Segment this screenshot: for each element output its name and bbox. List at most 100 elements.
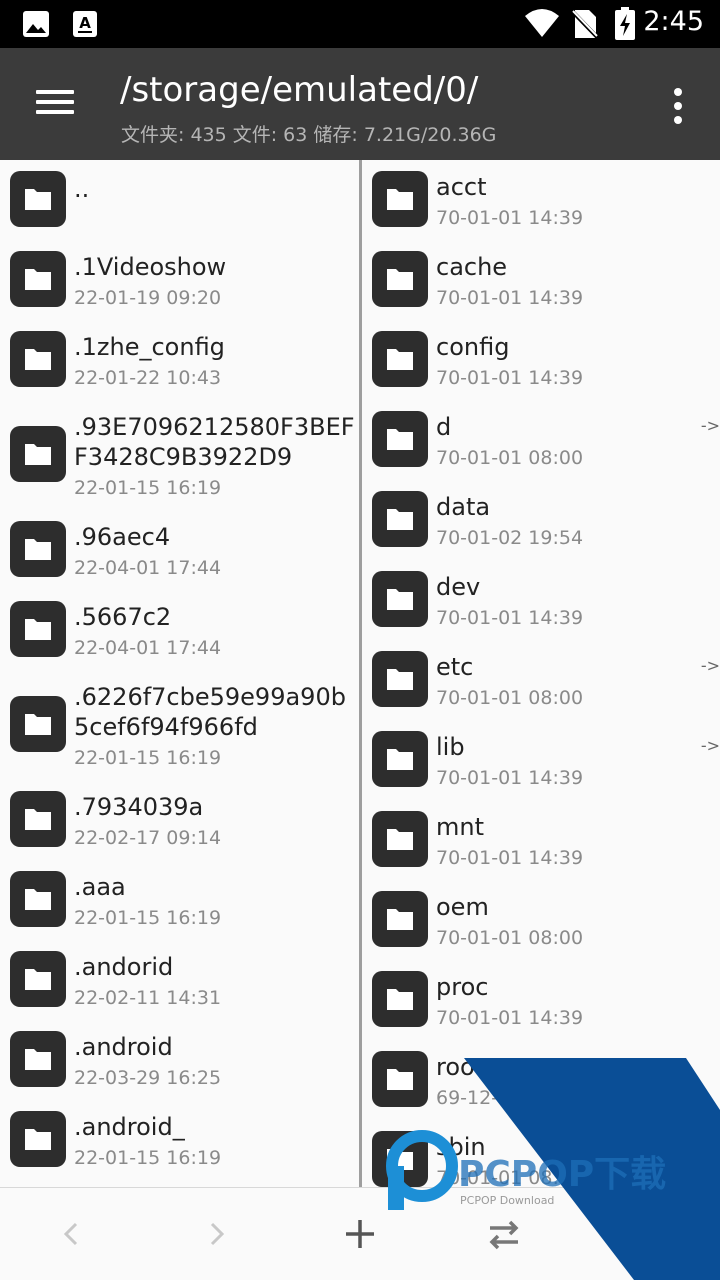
file-date: 22-03-29 16:25: [74, 1067, 222, 1089]
file-date: 70-01-01 14:39: [436, 207, 584, 229]
folder-icon: [372, 891, 428, 947]
file-name: ..: [74, 175, 90, 203]
file-date: 22-01-19 09:20: [74, 287, 222, 309]
left-file-pane[interactable]: .. .1Videoshow 22-01-19 09:20 .1zhe_conf…: [0, 160, 360, 1187]
file-row[interactable]: dev 70-01-01 14:39: [362, 560, 720, 640]
swap-icon[interactable]: [482, 1212, 526, 1256]
file-date: 22-01-15 16:19: [74, 907, 222, 929]
file-row[interactable]: data 70-01-02 19:54: [362, 480, 720, 560]
storage-stats: 文件夹: 435 文件: 63 储存: 7.21G/20.36G: [121, 124, 497, 146]
folder-icon: [372, 651, 428, 707]
hamburger-menu-icon[interactable]: [26, 82, 86, 122]
file-name: etc: [436, 653, 474, 681]
folder-icon: [10, 1111, 66, 1167]
file-date: 70-01-01 14:39: [436, 767, 584, 789]
folder-icon: [10, 791, 66, 847]
file-name: acct: [436, 173, 487, 201]
bottom-toolbar: [0, 1187, 720, 1280]
file-name: sbin: [436, 1133, 486, 1161]
file-row[interactable]: .1Videoshow 22-01-19 09:20: [0, 240, 360, 320]
file-name: .93E7096212580F3BEFF3428C9B3922D9: [74, 413, 355, 471]
folder-icon: [372, 251, 428, 307]
file-row[interactable]: lib 70-01-01 14:39 ->: [362, 720, 720, 800]
file-row[interactable]: .aaa 22-01-15 16:19: [0, 860, 360, 940]
more-vert-icon[interactable]: [666, 86, 690, 126]
file-row[interactable]: proc 70-01-01 14:39: [362, 960, 720, 1040]
file-row[interactable]: sbin 70-01-01 08:00: [362, 1120, 720, 1187]
file-row[interactable]: .1zhe_config 22-01-22 10:43: [0, 320, 360, 400]
folder-icon: [10, 1031, 66, 1087]
file-row[interactable]: .android 22-03-29 16:25: [0, 1020, 360, 1100]
file-date: 70-01-01 14:39: [436, 607, 584, 629]
symlink-indicator: ->: [700, 656, 720, 675]
folder-icon: [10, 426, 66, 482]
file-date: 22-02-17 09:14: [74, 827, 222, 849]
file-row[interactable]: .5667c2 22-04-01 17:44: [0, 590, 360, 670]
file-row[interactable]: config 70-01-01 14:39: [362, 320, 720, 400]
file-name: .7934039a: [74, 793, 204, 821]
file-row[interactable]: cache 70-01-01 14:39: [362, 240, 720, 320]
wifi-icon: [525, 9, 559, 37]
a-notification-icon: A: [73, 11, 97, 37]
file-date: 70-01-01 14:39: [436, 287, 584, 309]
file-row[interactable]: oem 70-01-01 08:00: [362, 880, 720, 960]
file-name: .96aec4: [74, 523, 171, 551]
file-date: 70-01-02 19:54: [436, 527, 584, 549]
file-date: 70-01-01 14:39: [436, 367, 584, 389]
current-path: /storage/emulated/0/: [120, 70, 479, 110]
file-name: .1Videoshow: [74, 253, 227, 281]
file-name: .5667c2: [74, 603, 172, 631]
file-name: .andorid: [74, 953, 174, 981]
file-date: 70-01-01 08:00: [436, 1167, 584, 1187]
parent-directory-row[interactable]: ..: [0, 160, 360, 240]
add-icon[interactable]: [338, 1212, 382, 1256]
file-row[interactable]: .android_ 22-01-15 16:19: [0, 1100, 360, 1180]
file-date: 70-01-01 08:00: [436, 447, 584, 469]
folder-icon: [372, 1131, 428, 1187]
symlink-indicator: ->: [700, 416, 720, 435]
folder-icon: [372, 811, 428, 867]
folder-icon: [10, 951, 66, 1007]
folder-icon: [10, 871, 66, 927]
file-name: .6226f7cbe59e99a90b5cef6f94f966fd: [74, 683, 346, 741]
no-sim-icon: [572, 9, 598, 39]
file-row[interactable]: .96aec4 22-04-01 17:44: [0, 510, 360, 590]
folder-icon: [372, 171, 428, 227]
file-name: lib: [436, 733, 465, 761]
file-date: 70-01-01 08:00: [436, 687, 584, 709]
file-row[interactable]: .7934039a 22-02-17 09:14: [0, 780, 360, 860]
file-row[interactable]: .93E7096212580F3BEFF3428C9B3922D9 22-01-…: [0, 400, 360, 510]
file-row[interactable]: root 69-12-31 19:00: [362, 1040, 720, 1120]
file-date: 70-01-01 14:39: [436, 1007, 584, 1029]
file-date: 22-01-15 16:19: [74, 747, 222, 769]
battery-charging-icon: [615, 7, 635, 40]
file-name: dev: [436, 573, 481, 601]
clock: 2:45: [643, 6, 704, 37]
file-row[interactable]: acct 70-01-01 14:39: [362, 160, 720, 240]
folder-icon: [10, 521, 66, 577]
image-icon: [23, 11, 49, 37]
forward-chevron-icon[interactable]: [194, 1212, 238, 1256]
file-name: root: [436, 1053, 485, 1081]
file-row[interactable]: .andorid 22-02-11 14:31: [0, 940, 360, 1020]
folder-icon: [10, 331, 66, 387]
file-date: 22-04-01 17:44: [74, 637, 222, 659]
file-name: .android: [74, 1033, 173, 1061]
back-chevron-icon[interactable]: [50, 1212, 94, 1256]
file-date: 69-12-31 19:00: [436, 1087, 584, 1109]
folder-icon: [372, 411, 428, 467]
svg-text:A: A: [79, 14, 91, 32]
file-row[interactable]: etc 70-01-01 08:00 ->: [362, 640, 720, 720]
file-name: .android_: [74, 1113, 185, 1141]
file-row[interactable]: mnt 70-01-01 14:39: [362, 800, 720, 880]
folder-icon: [372, 331, 428, 387]
file-row[interactable]: d 70-01-01 08:00 ->: [362, 400, 720, 480]
right-file-pane[interactable]: acct 70-01-01 14:39 cache 70-01-01 14:39…: [362, 160, 720, 1187]
file-date: 70-01-01 08:00: [436, 927, 584, 949]
file-date: 22-04-01 17:44: [74, 557, 222, 579]
folder-icon: [372, 971, 428, 1027]
file-date: 22-01-15 16:19: [74, 477, 222, 499]
file-name: .1zhe_config: [74, 333, 225, 361]
file-row[interactable]: .6226f7cbe59e99a90b5cef6f94f966fd 22-01-…: [0, 670, 360, 780]
app-bar: /storage/emulated/0/ 文件夹: 435 文件: 63 储存:…: [0, 48, 720, 160]
